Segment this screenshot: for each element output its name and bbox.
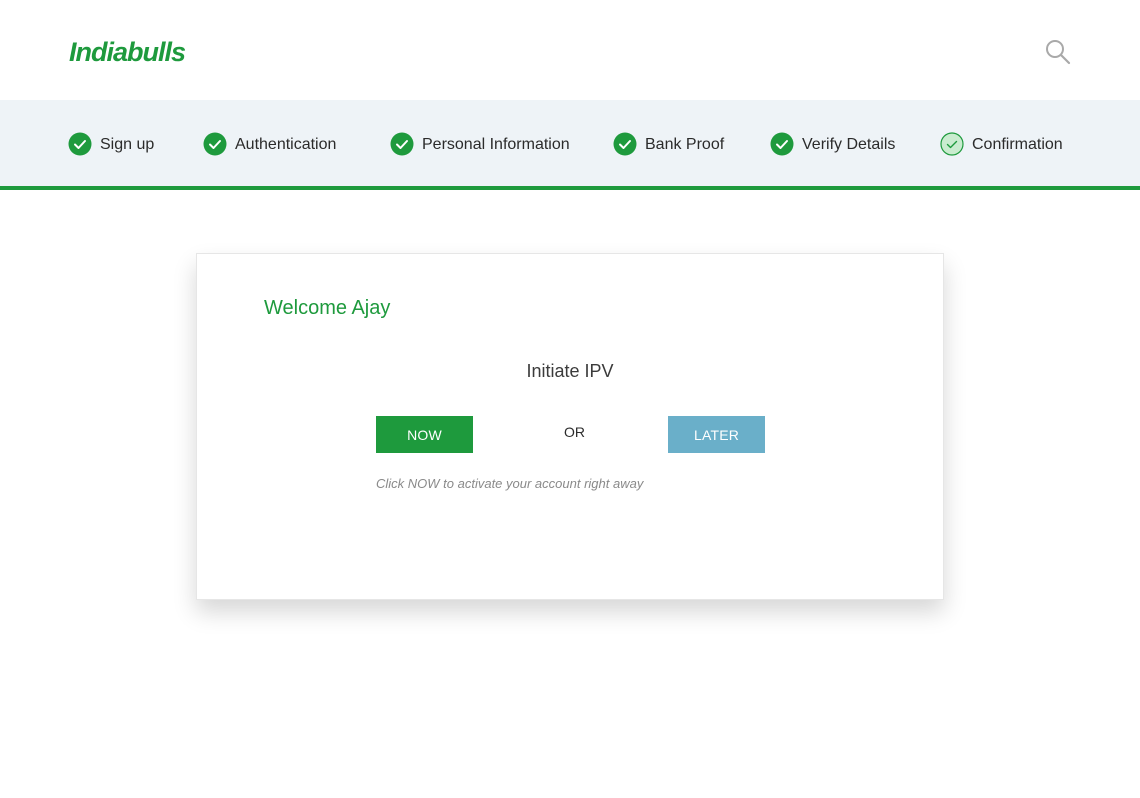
step-label: Personal Information: [422, 136, 570, 153]
or-separator: OR: [564, 424, 585, 440]
header: Indiabulls: [0, 0, 1140, 100]
initiate-ipv-title: Initiate IPV: [526, 361, 614, 381]
step-label: Sign up: [100, 136, 155, 153]
step-personal-information: Personal Information: [390, 132, 570, 156]
check-circle-icon: [203, 132, 227, 156]
later-button[interactable]: LATER: [668, 416, 765, 453]
now-button[interactable]: NOW: [376, 416, 473, 453]
check-circle-outline-icon: [940, 132, 964, 156]
progress-stepper: Sign up Authentication Personal Informat…: [0, 100, 1140, 190]
check-circle-icon: [770, 132, 794, 156]
step-authentication: Authentication: [203, 132, 336, 156]
welcome-heading: Welcome Ajay: [264, 297, 391, 319]
step-sign-up: Sign up: [68, 132, 154, 156]
step-confirmation: Confirmation: [940, 132, 1063, 156]
check-circle-icon: [613, 132, 637, 156]
ipv-card: Welcome Ajay Initiate IPV NOW OR LATER C…: [196, 253, 944, 600]
step-label: Verify Details: [802, 136, 896, 153]
search-icon[interactable]: [1044, 38, 1072, 66]
step-bank-proof: Bank Proof: [613, 132, 724, 156]
indiabulls-logo[interactable]: Indiabulls: [69, 26, 186, 70]
hint-text: Click NOW to activate your account right…: [376, 476, 644, 491]
step-verify-details: Verify Details: [770, 132, 895, 156]
step-label: Bank Proof: [645, 136, 725, 153]
check-circle-icon: [390, 132, 414, 156]
check-circle-icon: [68, 132, 92, 156]
step-label: Authentication: [235, 136, 337, 153]
step-label: Confirmation: [972, 136, 1063, 153]
